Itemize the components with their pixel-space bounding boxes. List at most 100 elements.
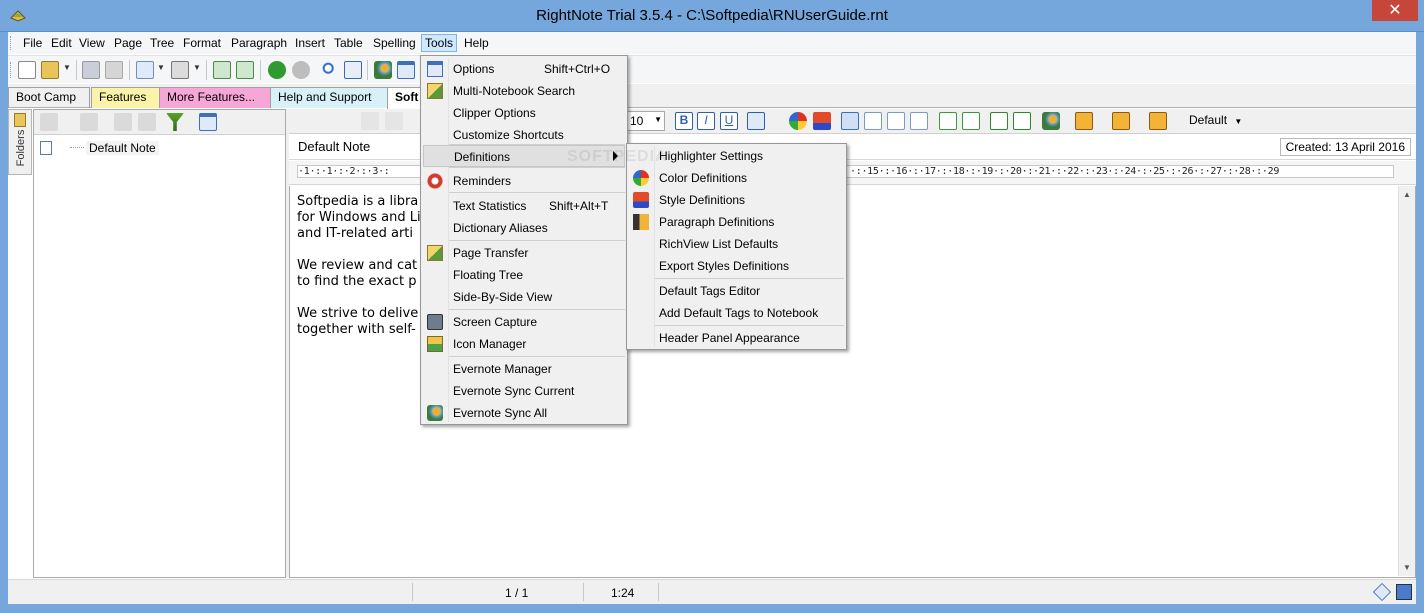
import-icon[interactable] bbox=[236, 61, 254, 79]
search-icon[interactable] bbox=[321, 61, 339, 79]
menu-item-richview-list-defaults[interactable]: RichView List Defaults bbox=[629, 233, 844, 255]
menu-item-label: Page Transfer bbox=[453, 246, 529, 260]
menu-item-icon-manager[interactable]: Icon Manager bbox=[423, 333, 625, 355]
menu-item-floating-tree[interactable]: Floating Tree bbox=[423, 264, 625, 286]
close-button[interactable]: ✕ bbox=[1372, 0, 1418, 21]
view-icon[interactable] bbox=[344, 61, 362, 79]
underline-button[interactable]: U bbox=[720, 112, 738, 130]
menu-item-evernote-sync-current[interactable]: Evernote Sync Current bbox=[423, 380, 625, 402]
justify-button[interactable] bbox=[910, 112, 928, 130]
tree-connector bbox=[70, 147, 84, 148]
move-node-icon[interactable] bbox=[114, 113, 132, 131]
menu-item-header-panel-appearance[interactable]: Header Panel Appearance bbox=[629, 327, 844, 349]
sync-status-icon[interactable] bbox=[1396, 584, 1412, 600]
menu-item-evernote-sync-all[interactable]: Evernote Sync All bbox=[423, 402, 625, 424]
note-title[interactable]: Default Note bbox=[298, 139, 370, 154]
menu-item-side-by-side-view[interactable]: Side-By-Side View bbox=[423, 286, 625, 308]
style-select[interactable]: Default ▼ bbox=[1189, 113, 1242, 127]
scroll-up-icon[interactable]: ▲ bbox=[1399, 186, 1415, 203]
menu-item-dictionary-aliases[interactable]: Dictionary Aliases bbox=[423, 217, 625, 239]
tab-boot-camp[interactable]: Boot Camp bbox=[8, 87, 90, 108]
italic-button[interactable]: I bbox=[697, 112, 715, 130]
delete-node-icon[interactable] bbox=[138, 113, 156, 131]
tab-help-and-support[interactable]: Help and Support bbox=[270, 87, 390, 108]
spell-icon[interactable] bbox=[813, 112, 831, 130]
menu-item-options[interactable]: Options Shift+Ctrl+O bbox=[423, 58, 625, 80]
menu-item-multi-notebook-search[interactable]: Multi-Notebook Search bbox=[423, 80, 625, 102]
menu-format[interactable]: Format bbox=[180, 35, 224, 51]
align-right-button[interactable] bbox=[887, 112, 905, 130]
menu-tools[interactable]: Tools bbox=[421, 34, 458, 52]
print-dropdown-icon[interactable]: ▼ bbox=[193, 63, 201, 72]
open-dropdown-icon[interactable]: ▼ bbox=[63, 63, 71, 72]
scroll-down-icon[interactable]: ▼ bbox=[1399, 559, 1415, 576]
tag-status-icon[interactable] bbox=[1372, 582, 1392, 602]
copy-icon[interactable] bbox=[385, 112, 403, 130]
menu-item-default-tags-editor[interactable]: Default Tags Editor bbox=[629, 280, 844, 302]
tag-remove-icon[interactable] bbox=[1149, 112, 1167, 130]
numbering-button[interactable] bbox=[962, 112, 980, 130]
menu-item-text-statistics[interactable]: Text Statistics Shift+Alt+T bbox=[423, 195, 625, 217]
cut-icon[interactable] bbox=[361, 112, 379, 130]
menu-item-add-default-tags[interactable]: Add Default Tags to Notebook bbox=[629, 302, 844, 324]
add-child-icon[interactable] bbox=[80, 113, 98, 131]
align-left-button[interactable] bbox=[841, 112, 859, 130]
menu-view[interactable]: View bbox=[76, 35, 108, 51]
menu-tree[interactable]: Tree bbox=[147, 35, 177, 51]
menu-item-export-styles-definitions[interactable]: Export Styles Definitions bbox=[629, 255, 844, 277]
bold-button[interactable]: B bbox=[675, 112, 693, 130]
menu-item-evernote-manager[interactable]: Evernote Manager bbox=[423, 358, 625, 380]
new-icon[interactable] bbox=[18, 61, 36, 79]
align-center-button[interactable] bbox=[864, 112, 882, 130]
menu-item-reminders[interactable]: Reminders bbox=[423, 170, 625, 192]
text-line: We review and cat bbox=[297, 258, 418, 273]
menu-table[interactable]: Table bbox=[331, 35, 366, 51]
menu-item-screen-capture[interactable]: Screen Capture bbox=[423, 311, 625, 333]
menu-item-label: Definitions bbox=[454, 150, 511, 164]
print-icon[interactable] bbox=[171, 61, 189, 79]
text-line: Softpedia is a libra bbox=[297, 194, 419, 209]
folders-side-tab[interactable]: Folders bbox=[8, 109, 32, 175]
menu-item-page-transfer[interactable]: Page Transfer bbox=[423, 242, 625, 264]
font-color-icon[interactable] bbox=[747, 112, 765, 130]
save-icon[interactable] bbox=[82, 61, 100, 79]
menu-help[interactable]: Help bbox=[461, 35, 492, 51]
tag-icon[interactable] bbox=[1075, 112, 1093, 130]
bullets-button[interactable] bbox=[939, 112, 957, 130]
preview-dropdown-icon[interactable]: ▼ bbox=[157, 63, 165, 72]
highlight-icon[interactable] bbox=[789, 112, 807, 130]
menu-insert[interactable]: Insert bbox=[292, 35, 328, 51]
editor-text[interactable]: Softpedia is a libra for Windows and Li an… bbox=[297, 194, 421, 338]
menu-item-highlighter-settings[interactable]: Highlighter Settings bbox=[629, 145, 844, 167]
menu-item-paragraph-definitions[interactable]: Paragraph Definitions bbox=[629, 211, 844, 233]
vertical-scrollbar[interactable]: ▲ ▼ bbox=[1398, 186, 1415, 576]
menu-item-customize-shortcuts[interactable]: Customize Shortcuts bbox=[423, 124, 625, 146]
menu-paragraph[interactable]: Paragraph bbox=[228, 35, 290, 51]
menu-spelling[interactable]: Spelling bbox=[370, 35, 419, 51]
back-icon[interactable] bbox=[268, 61, 286, 79]
tree-options-icon[interactable] bbox=[199, 113, 217, 131]
tag-add-icon[interactable] bbox=[1112, 112, 1130, 130]
menu-item-clipper-options[interactable]: Clipper Options bbox=[423, 102, 625, 124]
lock-icon[interactable] bbox=[105, 61, 123, 79]
font-size-select[interactable]: 10 ▼ bbox=[627, 111, 665, 131]
indent-increase-button[interactable] bbox=[1013, 112, 1031, 130]
options-toolbar-icon[interactable] bbox=[397, 61, 415, 79]
export-icon[interactable] bbox=[213, 61, 231, 79]
menu-item-style-definitions[interactable]: Style Definitions bbox=[629, 189, 844, 211]
print-preview-icon[interactable] bbox=[136, 61, 154, 79]
tab-more-features[interactable]: More Features... bbox=[159, 87, 273, 108]
menu-edit[interactable]: Edit bbox=[48, 35, 75, 51]
menu-page[interactable]: Page bbox=[111, 35, 145, 51]
open-icon[interactable] bbox=[41, 61, 59, 79]
ruler-right-ticks: ·:·15·:·16·:·17·:·18·:·19·:·20·:·21·:·22… bbox=[850, 166, 1280, 177]
menu-file[interactable]: File bbox=[20, 35, 45, 51]
menu-item-color-definitions[interactable]: Color Definitions bbox=[629, 167, 844, 189]
add-node-icon[interactable] bbox=[40, 113, 58, 131]
tab-features[interactable]: Features bbox=[91, 87, 166, 108]
paint-icon[interactable] bbox=[1042, 112, 1060, 130]
indent-decrease-button[interactable] bbox=[990, 112, 1008, 130]
forward-icon[interactable] bbox=[292, 61, 310, 79]
evernote-icon[interactable] bbox=[374, 61, 392, 79]
filter-icon[interactable] bbox=[166, 113, 184, 131]
